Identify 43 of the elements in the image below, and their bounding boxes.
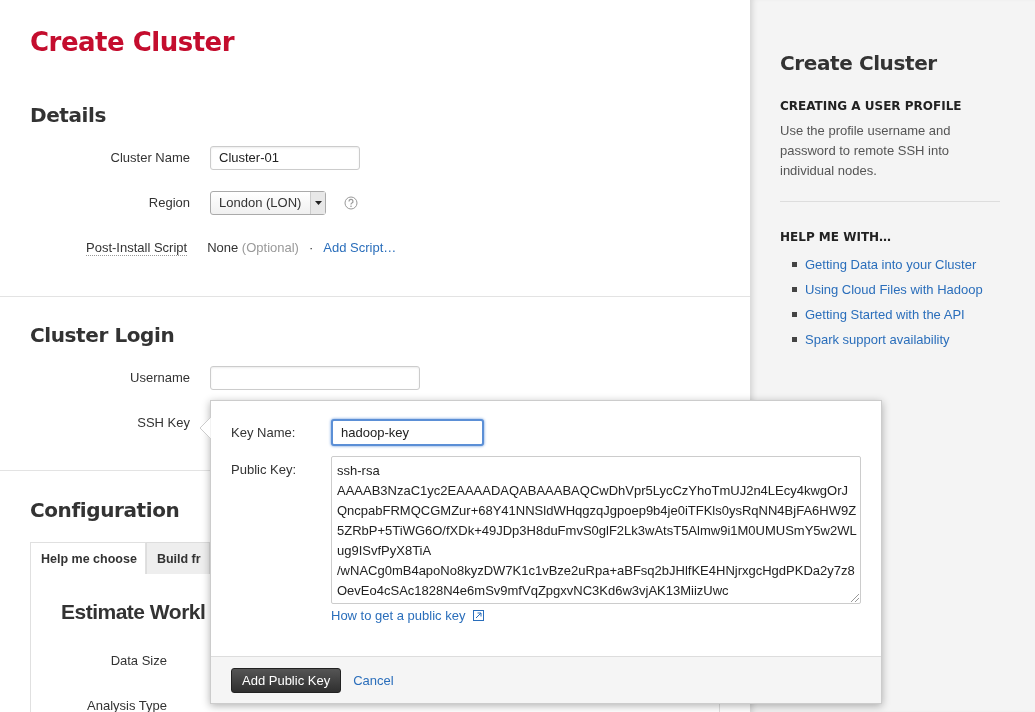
section-heading: Cluster Login — [30, 323, 175, 347]
tab[interactable]: Help me choose — [30, 542, 146, 574]
bullet-icon — [792, 287, 797, 292]
separator-dot: · — [308, 240, 314, 255]
add-script-link[interactable]: Add Script… — [323, 240, 397, 255]
field-label: SSH Key — [136, 415, 190, 430]
resize-grip-icon[interactable] — [850, 593, 859, 602]
bullet-icon — [792, 312, 797, 317]
username-field[interactable] — [210, 365, 420, 390]
help-link[interactable]: Getting Started with the API — [805, 307, 965, 322]
add-public-key-button[interactable]: Add Public Key — [231, 667, 342, 693]
field-label: Public Key: — [231, 461, 298, 479]
field-label: Cluster Name — [109, 150, 190, 165]
public-key-field[interactable]: ssh-rsa AAAAB3NzaC1yc2EAAAADAQABAAABAQCwDhVpr5LycCzYhoTmUJ2n4LEcy4kwgOrJ QncpabFRMQCGMZur+68Y41NNSldWHqgzqJgpoep9b4je0iTFKls0ysRqNN4BjFA6HW9Z 5ZRbP+5TiWG6O/fXDk+49JDp3H8duFmvS0glF2Lk3wAtsT5Almw9i1M0UMUSmY5w2WL ug9ISvfPyX8TiA /wNACg0mB4apoNo8kyzDW7K1c1vBze2uRpa+aBFsq2bJHlfKE4HNjrxgcHgdPKDa2y7z8 OevEo4cSAc1828N4e6mSv9mfVqZpgxvNC3Kd6w3vjAK13MiizUwc — [331, 456, 861, 604]
post-install-value: None (Optional) — [207, 240, 299, 255]
panel-heading: Estimate Workl — [61, 600, 206, 624]
help-link[interactable]: Getting Data into your Cluster — [805, 257, 977, 272]
field-label: Data Size — [109, 653, 167, 668]
field-label: Post-Install Script — [86, 239, 188, 256]
caret-icon — [314, 200, 322, 205]
tab[interactable]: Build fr — [145, 542, 210, 574]
help-link[interactable]: Spark support availability — [805, 332, 950, 347]
field-label: Username — [129, 370, 190, 385]
external-link-icon — [473, 610, 485, 621]
cancel-link[interactable]: Cancel — [353, 672, 394, 688]
sidebar-text: Use the profile username and password to remote SSH into individual nodes. — [780, 122, 952, 180]
section-heading: Details — [30, 103, 107, 127]
bullet-icon — [792, 262, 797, 267]
field-label: Analysis Type — [86, 698, 167, 712]
key-name-field[interactable]: hadoop-key — [331, 419, 484, 446]
sidebar-heading: CREATING A USER PROFILE — [780, 99, 963, 113]
bullet-icon — [792, 337, 797, 342]
help-link[interactable]: Using Cloud Files with Hadoop — [805, 282, 983, 297]
page-title: Create Cluster — [30, 26, 236, 57]
region-dropdown[interactable]: London (LON) — [210, 190, 326, 215]
cluster-name-field[interactable]: Cluster-01 — [210, 145, 360, 170]
field-label: Region — [147, 195, 190, 210]
public-key-help-link[interactable]: How to get a public key — [331, 608, 466, 623]
help-icon[interactable] — [344, 195, 358, 210]
field-label: Key Name: — [231, 424, 297, 442]
sidebar-title: Create Cluster — [780, 51, 937, 75]
sidebar-heading: HELP ME WITH… — [780, 230, 893, 244]
section-heading: Configuration — [30, 498, 180, 522]
